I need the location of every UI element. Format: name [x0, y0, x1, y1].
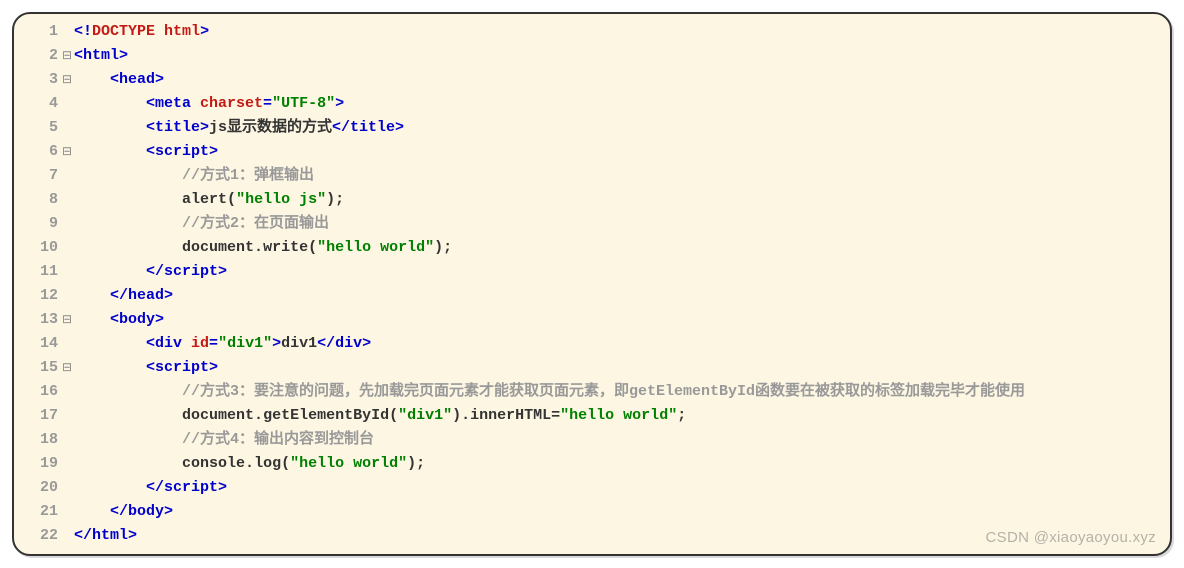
code-area[interactable]: 1<!DOCTYPE html>2⊟<html>3⊟ <head>4 <meta… — [14, 14, 1170, 554]
code-content[interactable]: <meta charset="UTF-8"> — [74, 92, 1170, 116]
code-line[interactable]: 6⊟ <script> — [14, 140, 1170, 164]
code-content[interactable]: //方式1：弹框输出 — [74, 164, 1170, 188]
line-number: 7 — [14, 164, 62, 188]
code-content[interactable]: alert("hello js"); — [74, 188, 1170, 212]
line-number: 17 — [14, 404, 62, 428]
code-line[interactable]: 8 alert("hello js"); — [14, 188, 1170, 212]
line-number: 12 — [14, 284, 62, 308]
code-content[interactable]: document.write("hello world"); — [74, 236, 1170, 260]
code-line[interactable]: 2⊟<html> — [14, 44, 1170, 68]
code-line[interactable]: 20 </script> — [14, 476, 1170, 500]
line-number: 15 — [14, 356, 62, 380]
fold-marker[interactable]: ⊟ — [62, 44, 74, 68]
fold-marker[interactable]: ⊟ — [62, 140, 74, 164]
code-content[interactable]: document.getElementById("div1").innerHTM… — [74, 404, 1170, 428]
code-line[interactable]: 7 //方式1：弹框输出 — [14, 164, 1170, 188]
code-content[interactable]: </script> — [74, 260, 1170, 284]
line-number: 3 — [14, 68, 62, 92]
code-content[interactable]: <body> — [74, 308, 1170, 332]
code-line[interactable]: 3⊟ <head> — [14, 68, 1170, 92]
code-content[interactable]: </body> — [74, 500, 1170, 524]
code-line[interactable]: 11 </script> — [14, 260, 1170, 284]
code-line[interactable]: 21 </body> — [14, 500, 1170, 524]
code-line[interactable]: 16 //方式3：要注意的问题，先加载完页面元素才能获取页面元素，即getEle… — [14, 380, 1170, 404]
fold-marker[interactable]: ⊟ — [62, 308, 74, 332]
code-editor-panel: 1<!DOCTYPE html>2⊟<html>3⊟ <head>4 <meta… — [12, 12, 1172, 556]
code-line[interactable]: 18 //方式4：输出内容到控制台 — [14, 428, 1170, 452]
code-line[interactable]: 13⊟ <body> — [14, 308, 1170, 332]
fold-marker[interactable]: ⊟ — [62, 68, 74, 92]
line-number: 9 — [14, 212, 62, 236]
code-line[interactable]: 12 </head> — [14, 284, 1170, 308]
line-number: 10 — [14, 236, 62, 260]
code-content[interactable]: //方式4：输出内容到控制台 — [74, 428, 1170, 452]
line-number: 4 — [14, 92, 62, 116]
code-content[interactable]: <!DOCTYPE html> — [74, 20, 1170, 44]
code-content[interactable]: </script> — [74, 476, 1170, 500]
line-number: 5 — [14, 116, 62, 140]
code-content[interactable]: <html> — [74, 44, 1170, 68]
code-content[interactable]: </head> — [74, 284, 1170, 308]
line-number: 22 — [14, 524, 62, 548]
code-content[interactable]: <div id="div1">div1</div> — [74, 332, 1170, 356]
line-number: 2 — [14, 44, 62, 68]
code-content[interactable]: <script> — [74, 356, 1170, 380]
line-number: 19 — [14, 452, 62, 476]
code-line[interactable]: 5 <title>js显示数据的方式</title> — [14, 116, 1170, 140]
code-content[interactable]: <title>js显示数据的方式</title> — [74, 116, 1170, 140]
line-number: 16 — [14, 380, 62, 404]
code-content[interactable]: //方式3：要注意的问题，先加载完页面元素才能获取页面元素，即getElemen… — [74, 380, 1170, 404]
code-line[interactable]: 10 document.write("hello world"); — [14, 236, 1170, 260]
code-content[interactable]: <script> — [74, 140, 1170, 164]
line-number: 13 — [14, 308, 62, 332]
fold-marker[interactable]: ⊟ — [62, 356, 74, 380]
code-line[interactable]: 19 console.log("hello world"); — [14, 452, 1170, 476]
code-content[interactable]: <head> — [74, 68, 1170, 92]
line-number: 21 — [14, 500, 62, 524]
watermark-text: CSDN @xiaoyaoyou.xyz — [986, 529, 1156, 546]
line-number: 20 — [14, 476, 62, 500]
code-line[interactable]: 15⊟ <script> — [14, 356, 1170, 380]
line-number: 18 — [14, 428, 62, 452]
line-number: 11 — [14, 260, 62, 284]
code-line[interactable]: 17 document.getElementById("div1").inner… — [14, 404, 1170, 428]
code-line[interactable]: 14 <div id="div1">div1</div> — [14, 332, 1170, 356]
code-line[interactable]: 4 <meta charset="UTF-8"> — [14, 92, 1170, 116]
code-line[interactable]: 1 <!DOCTYPE html> — [14, 20, 1170, 44]
line-number: 6 — [14, 140, 62, 164]
line-number: 1 — [14, 20, 62, 44]
line-number: 14 — [14, 332, 62, 356]
line-number: 8 — [14, 188, 62, 212]
code-line[interactable]: 9 //方式2：在页面输出 — [14, 212, 1170, 236]
code-content[interactable]: console.log("hello world"); — [74, 452, 1170, 476]
code-content[interactable]: //方式2：在页面输出 — [74, 212, 1170, 236]
